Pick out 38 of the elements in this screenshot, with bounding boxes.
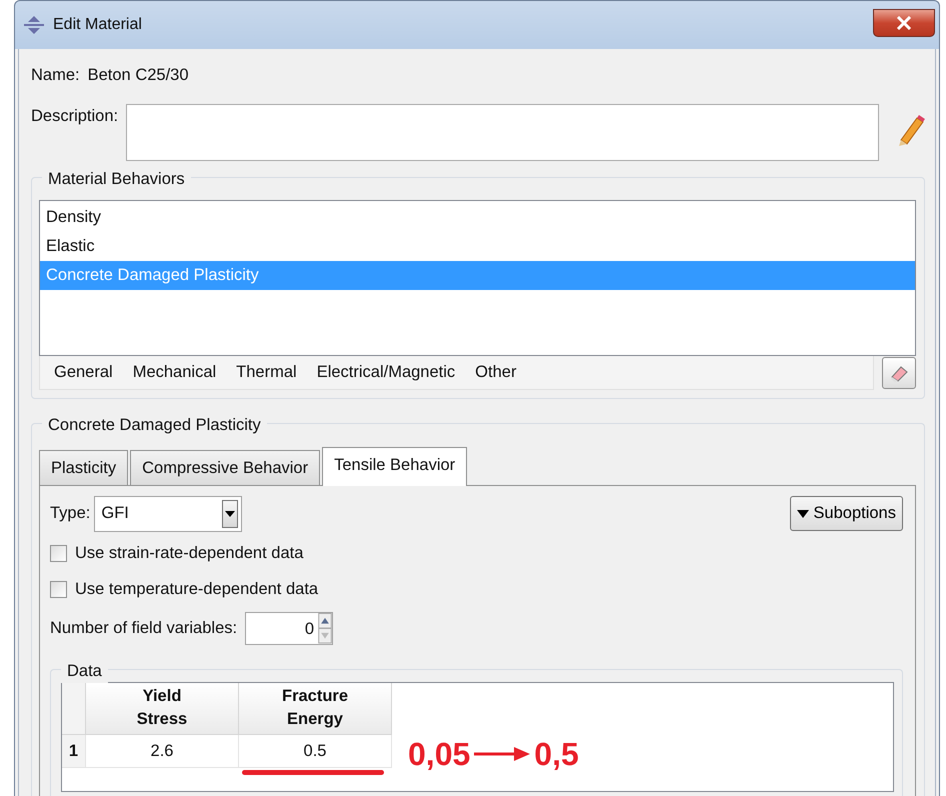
field-variables-label: Number of field variables: bbox=[50, 618, 238, 639]
arrow-icon bbox=[474, 744, 530, 762]
row-number: 1 bbox=[62, 734, 86, 768]
type-label: Type: bbox=[50, 503, 90, 524]
type-dropdown[interactable]: GFI bbox=[94, 496, 242, 532]
name-label: Name: bbox=[31, 65, 80, 86]
column-header: Fracture Energy bbox=[239, 682, 392, 734]
menu-item[interactable]: General bbox=[44, 360, 123, 385]
checkbox[interactable] bbox=[50, 545, 67, 562]
menu-item[interactable]: Other bbox=[465, 360, 526, 385]
checkbox-label: Use temperature-dependent data bbox=[75, 579, 318, 600]
menu-item[interactable]: Thermal bbox=[226, 360, 307, 385]
behavior-item[interactable]: Density bbox=[40, 202, 915, 232]
eraser-button[interactable] bbox=[882, 356, 916, 389]
table-cell[interactable]: 2.6 bbox=[86, 734, 239, 768]
suboptions-button[interactable]: Suboptions bbox=[790, 496, 903, 531]
description-label: Description: bbox=[31, 106, 118, 127]
annotation-text: 0,05 bbox=[408, 738, 470, 770]
annotation-text: 0,5 bbox=[534, 738, 579, 770]
menu-item[interactable]: Electrical/Magnetic bbox=[306, 360, 466, 385]
table-cell[interactable]: 0.5 bbox=[239, 734, 392, 768]
tab[interactable]: Compressive Behavior bbox=[130, 450, 320, 484]
tab[interactable]: Tensile Behavior bbox=[322, 446, 468, 486]
name-value: Beton C25/30 bbox=[88, 65, 189, 86]
tab[interactable]: Plasticity bbox=[39, 450, 128, 484]
close-icon bbox=[896, 16, 912, 30]
checkbox-label: Use strain-rate-dependent data bbox=[75, 543, 304, 564]
menu-item[interactable]: Mechanical bbox=[122, 360, 226, 385]
window-title: Edit Material bbox=[53, 15, 142, 35]
app-icon bbox=[23, 15, 45, 35]
field-variables-spinner[interactable]: 0 bbox=[245, 612, 334, 644]
column-header: Yield Stress bbox=[86, 682, 239, 734]
checkbox[interactable] bbox=[50, 581, 67, 598]
close-button[interactable] bbox=[873, 9, 935, 37]
caret-icon bbox=[225, 510, 236, 516]
description-field[interactable] bbox=[126, 104, 880, 161]
behavior-item[interactable]: Elastic bbox=[40, 232, 915, 261]
caret-icon bbox=[797, 510, 810, 518]
